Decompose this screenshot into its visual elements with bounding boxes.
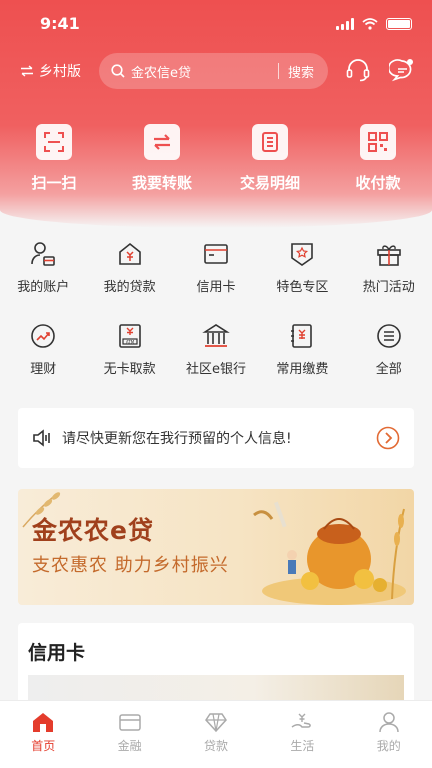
scan-icon [44, 132, 64, 152]
quick-action-transaction-detail[interactable]: 交易明细 [216, 124, 324, 193]
all-menu-icon [376, 324, 401, 348]
service-label: 信用卡 [196, 280, 236, 295]
status-icons [336, 18, 412, 30]
village-version-label: 乡村版 [39, 64, 81, 80]
signal-icon [336, 18, 354, 30]
service-my-loan[interactable]: 我的贷款 [86, 240, 172, 322]
transaction-detail-icon [262, 132, 278, 152]
account-icon [31, 242, 55, 266]
wallet-icon [118, 714, 141, 731]
promo-banner[interactable]: 金农农e贷 支农惠农 助力乡村振兴 [18, 489, 414, 605]
quick-action-label: 收付款 [355, 174, 401, 192]
arrow-right-circle-icon[interactable] [376, 426, 400, 450]
search-input[interactable]: 金农信e贷 [131, 62, 278, 81]
qr-code-icon [368, 132, 388, 152]
wifi-icon [362, 18, 378, 30]
credit-card-icon [204, 244, 228, 264]
service-hot-activity[interactable]: 热门活动 [346, 240, 432, 322]
diamond-icon [205, 713, 227, 733]
tab-label: 贷款 [203, 739, 228, 753]
special-zone-icon [291, 243, 314, 266]
service-all[interactable]: 全部 [346, 322, 432, 404]
loan-icon [118, 242, 141, 265]
service-label: 我的贷款 [103, 280, 156, 295]
tab-label: 生活 [290, 739, 315, 753]
atm-icon: ATM [118, 324, 141, 348]
notice-text: 请尽快更新您在我行预留的个人信息! [62, 431, 292, 447]
service-label: 无卡取款 [103, 362, 156, 377]
village-version-toggle[interactable]: 乡村版 [20, 61, 81, 81]
service-bill-payment[interactable]: 常用缴费 [259, 322, 345, 404]
service-wealth[interactable]: 理财 [0, 322, 86, 404]
service-community-ebank[interactable]: 社区e银行 [173, 322, 259, 404]
quick-action-transfer[interactable]: 我要转账 [108, 124, 216, 193]
quick-action-receive-pay[interactable]: 收付款 [324, 124, 432, 193]
banner-subtitle: 支农惠农 助力乡村振兴 [32, 555, 229, 576]
bill-icon [291, 324, 313, 348]
service-label: 热门活动 [362, 280, 415, 295]
service-grid: 我的账户 我的贷款 信用卡 特色专区 热门活动 理财 ATM 无卡取款 社区e银… [0, 240, 432, 404]
life-icon [291, 713, 312, 728]
user-icon [379, 712, 399, 733]
tab-life[interactable]: 生活 [259, 701, 345, 768]
quick-action-label: 扫一扫 [31, 174, 77, 192]
search-icon [111, 64, 125, 78]
home-icon [33, 713, 54, 732]
tab-label: 金融 [117, 739, 142, 753]
service-my-account[interactable]: 我的账户 [0, 240, 86, 322]
tab-mine[interactable]: 我的 [346, 701, 432, 768]
service-label: 特色专区 [276, 280, 329, 295]
quick-action-label: 交易明细 [239, 174, 300, 192]
quick-action-label: 我要转账 [131, 174, 192, 192]
service-label: 社区e银行 [185, 362, 246, 377]
top-bar: 乡村版 金农信e贷 搜索 [0, 53, 432, 89]
tab-loan[interactable]: 贷款 [173, 701, 259, 768]
tab-label: 我的 [376, 739, 401, 753]
service-label: 全部 [375, 362, 402, 377]
customer-service-icon[interactable] [345, 57, 371, 83]
service-credit-card[interactable]: 信用卡 [173, 240, 259, 322]
quick-actions: 扫一扫 我要转账 交易明细 收付款 [0, 124, 432, 193]
search-button[interactable]: 搜索 [279, 62, 328, 81]
service-label: 常用缴费 [276, 362, 329, 377]
tab-finance[interactable]: 金融 [86, 701, 172, 768]
service-special-zone[interactable]: 特色专区 [259, 240, 345, 322]
bottom-tab-bar: 首页 金融 贷款 生活 我的 [0, 700, 432, 768]
banner-title: 金农农e贷 [32, 516, 154, 545]
notice-bar[interactable]: 请尽快更新您在我行预留的个人信息! [18, 408, 414, 468]
harvest-illustration-icon [253, 501, 406, 605]
quick-action-scan[interactable]: 扫一扫 [0, 124, 108, 193]
tab-label: 首页 [31, 739, 56, 753]
gift-icon [376, 245, 401, 266]
status-time: 9:41 [40, 14, 80, 33]
svg-text:ATM: ATM [125, 339, 134, 344]
credit-card-section-title: 信用卡 [28, 642, 86, 664]
service-label: 我的账户 [17, 280, 70, 295]
wealth-icon [31, 324, 55, 348]
switch-arrows-icon [21, 65, 33, 77]
service-cardless-withdrawal[interactable]: ATM 无卡取款 [86, 322, 172, 404]
speaker-icon [33, 429, 50, 447]
battery-icon [386, 18, 412, 30]
transfer-icon [154, 134, 170, 150]
search-bar[interactable]: 金农信e贷 搜索 [99, 53, 328, 89]
bank-icon [202, 324, 230, 347]
status-bar: 9:41 [0, 14, 432, 36]
message-icon[interactable] [389, 57, 415, 83]
service-label: 理财 [30, 362, 57, 377]
tab-home[interactable]: 首页 [0, 701, 86, 768]
